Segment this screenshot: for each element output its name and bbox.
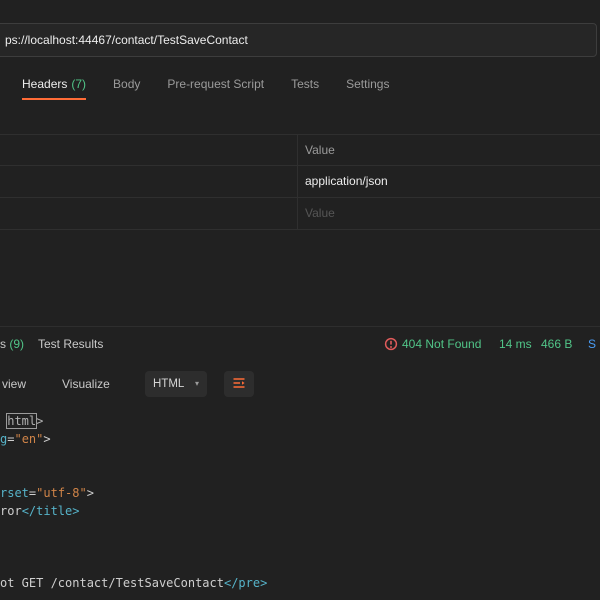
save-response-button[interactable]: S <box>588 331 596 357</box>
header-value-cell[interactable]: application/json <box>305 166 388 196</box>
response-tab-headers-partial[interactable]: s (9) <box>0 331 24 357</box>
response-time: 14 ms <box>499 331 532 357</box>
code-line <box>0 520 600 538</box>
code-line <box>0 466 600 484</box>
language-dropdown[interactable]: HTML ▾ <box>145 371 207 397</box>
code-line: rset="utf-8"> <box>0 484 600 502</box>
table-row: Value <box>0 198 600 230</box>
response-size: 466 B <box>541 331 572 357</box>
code-line: html> <box>0 412 600 430</box>
error-circle-icon <box>384 337 398 351</box>
tab-body-label: Body <box>113 77 140 91</box>
tab-tests[interactable]: Tests <box>291 70 319 100</box>
request-tabs: Headers (7) Body Pre-request Script Test… <box>22 70 389 100</box>
headers-table-header-row: Value <box>0 134 600 166</box>
header-value-cell-placeholder[interactable]: Value <box>305 198 335 228</box>
url-input[interactable] <box>0 23 597 57</box>
headers-table: Value application/json Value <box>0 134 600 230</box>
chevron-down-icon: ▾ <box>195 380 199 388</box>
code-line: g="en"> <box>0 430 600 448</box>
response-headers-count: (9) <box>9 337 24 351</box>
status-badge: 404 Not Found <box>402 331 481 357</box>
tab-pre-request-script-label: Pre-request Script <box>167 77 264 91</box>
code-line <box>0 448 600 466</box>
response-meta-bar: s (9) Test Results 404 Not Found 14 ms 4… <box>0 331 600 357</box>
code-line <box>0 556 600 574</box>
tab-headers[interactable]: Headers (7) <box>22 70 86 100</box>
code-line: ror</title> <box>0 502 600 520</box>
tab-headers-label: Headers <box>22 77 67 91</box>
tab-settings-label: Settings <box>346 77 389 91</box>
code-line: ot GET /contact/TestSaveContact</pre> <box>0 574 600 592</box>
tab-pre-request-script[interactable]: Pre-request Script <box>167 70 264 100</box>
response-code[interactable]: html>g="en"> rset="utf-8">ror</title> ot G… <box>0 404 600 592</box>
beautify-button[interactable] <box>224 371 254 397</box>
column-divider <box>297 134 298 230</box>
response-section-divider <box>0 326 600 327</box>
response-body-toolbar: view Visualize HTML ▾ <box>0 368 600 400</box>
api-client-window: Headers (7) Body Pre-request Script Test… <box>0 0 600 600</box>
language-dropdown-value: HTML <box>153 378 184 390</box>
code-line <box>0 538 600 556</box>
beautify-icon <box>232 376 246 393</box>
tab-headers-count: (7) <box>71 77 86 91</box>
tab-preview-partial[interactable]: view <box>2 368 26 400</box>
response-tab-test-results[interactable]: Test Results <box>38 331 103 357</box>
tab-settings[interactable]: Settings <box>346 70 389 100</box>
tab-visualize[interactable]: Visualize <box>62 368 110 400</box>
tab-body[interactable]: Body <box>113 70 140 100</box>
value-column-header: Value <box>305 135 335 165</box>
tab-tests-label: Tests <box>291 77 319 91</box>
table-row: application/json <box>0 166 600 198</box>
